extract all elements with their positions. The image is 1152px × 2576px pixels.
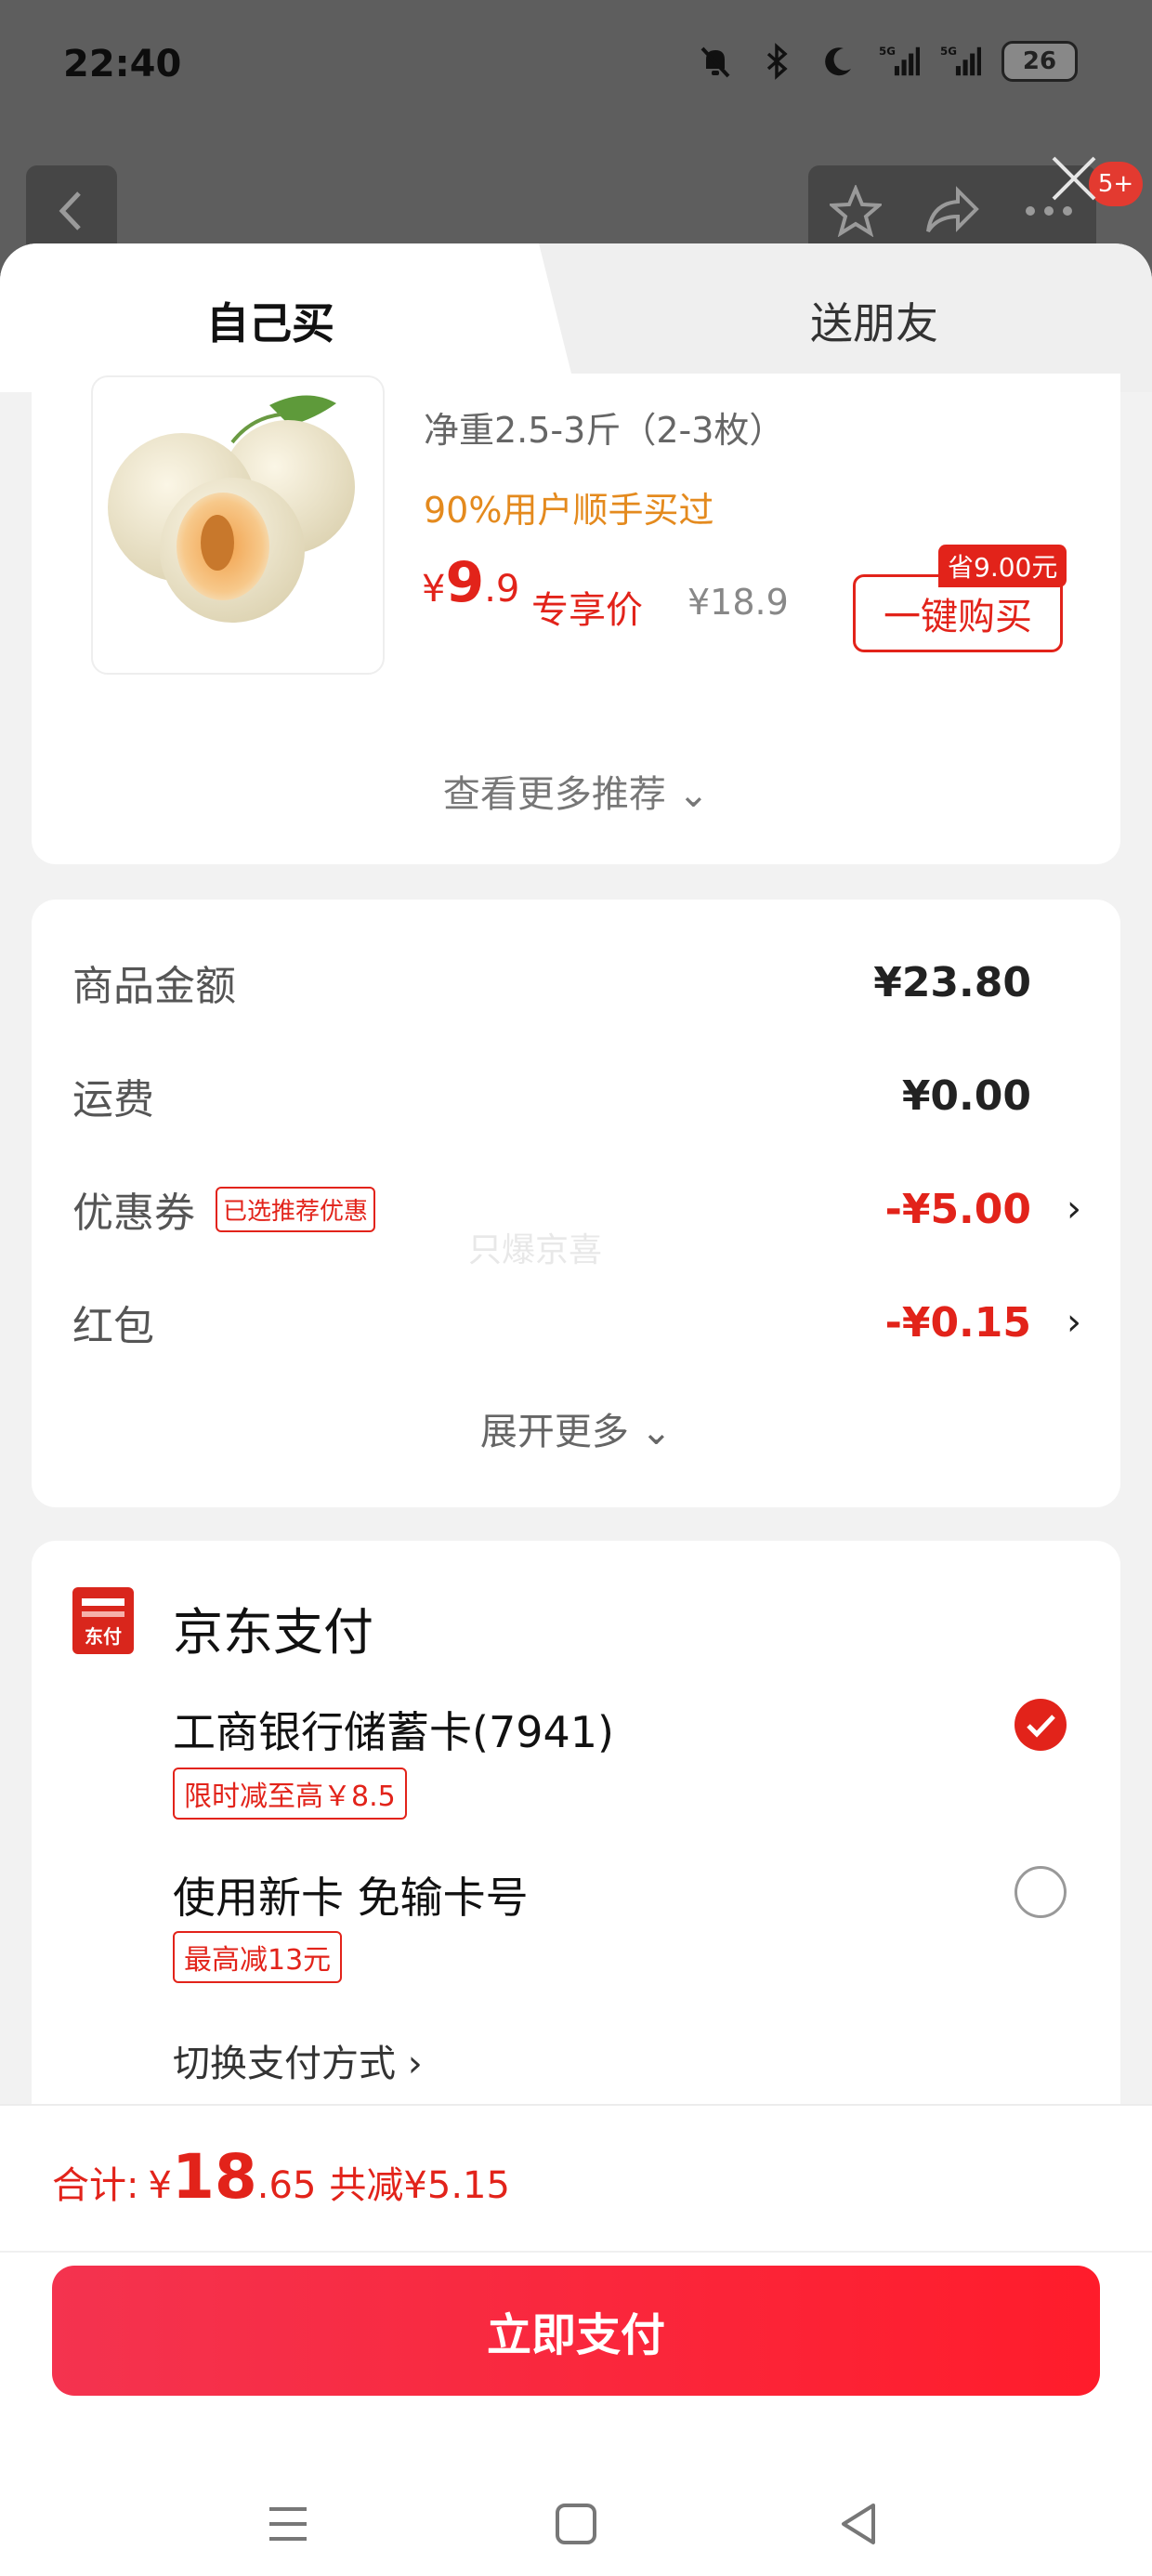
total-discount: 共减¥5.15 — [329, 2164, 510, 2207]
payment-method-icbc[interactable]: 工商银行储蓄卡(7941) — [173, 1699, 614, 1760]
jd-pay-logo-text: 东付 — [85, 1625, 122, 1648]
signal-icon-2: 5G — [940, 41, 981, 82]
bought-hint: 90%用户顺手买过 — [424, 490, 714, 531]
chevron-left-icon — [59, 191, 81, 230]
radio-new-card[interactable] — [1015, 1866, 1067, 1918]
new-card-promo-tag: 最高减13元 — [173, 1931, 343, 1983]
tab-self[interactable]: 自己买 — [206, 290, 334, 351]
footer-divider — [0, 2251, 1152, 2253]
redpacket-value: -¥0.15 — [884, 1298, 1031, 1347]
redpacket-label: 红包 — [72, 1303, 154, 1350]
icbc-promo-tag: 限时减至高￥8.5 — [173, 1768, 407, 1820]
status-bar: 22:40 5G 5G 26 — [0, 0, 1152, 139]
original-price: ¥18.9 — [687, 582, 789, 623]
goods-amount-label: 商品金额 — [72, 963, 236, 1010]
product-spec: 净重2.5-3斤（2-3枚） — [424, 410, 785, 451]
recommend-card: 净重2.5-3斤（2-3枚） 90%用户顺手买过 ¥ 9 .9 专享价 ¥18.… — [32, 374, 1120, 864]
battery-icon: 26 — [1001, 41, 1078, 82]
check-icon — [1027, 1715, 1055, 1738]
more-recommend-link[interactable]: 查看更多推荐 ⌄ — [32, 764, 1120, 818]
coupon-value: -¥5.00 — [884, 1185, 1031, 1233]
jd-pay-logo: 东付 — [72, 1587, 134, 1654]
save-badge: 省9.00元 — [938, 545, 1067, 587]
svg-text:5G: 5G — [879, 45, 896, 58]
coupon-tag: 已选推荐优惠 — [216, 1186, 376, 1232]
system-nav-bar — [0, 2459, 1152, 2570]
moon-icon — [818, 41, 858, 82]
total-label: 合计: — [52, 2164, 139, 2207]
tab-gift[interactable]: 送朋友 — [810, 290, 938, 351]
goods-amount-value: ¥23.80 — [873, 958, 1031, 1006]
goods-amount-row: 商品金额 ¥23.80 — [72, 950, 1031, 1015]
bluetooth-icon — [756, 41, 797, 82]
star-icon[interactable] — [830, 185, 882, 237]
close-icon[interactable] — [1046, 151, 1102, 206]
shipping-row: 运费 ¥0.00 — [72, 1063, 1031, 1128]
mute-icon — [695, 41, 736, 82]
payment-title: 京东支付 — [173, 1603, 373, 1662]
checkout-footer: 合计: ¥ 18 .65 共减¥5.15 立即支付 — [0, 2104, 1152, 2576]
status-time: 22:40 — [63, 43, 182, 85]
back-icon[interactable] — [831, 2496, 886, 2552]
price-integer: 9 — [445, 550, 485, 615]
switch-payment-link[interactable]: 切换支付方式 › — [173, 2033, 423, 2087]
redpacket-chevron-icon[interactable]: › — [1067, 1301, 1081, 1344]
product-price: ¥ 9 .9 — [422, 550, 519, 615]
share-icon[interactable] — [924, 185, 980, 237]
pay-now-button[interactable]: 立即支付 — [52, 2266, 1100, 2396]
price-symbol: ¥ — [422, 568, 446, 611]
coupon-chevron-icon[interactable]: › — [1067, 1188, 1081, 1230]
expand-more-link[interactable]: 展开更多 ⌄ — [32, 1401, 1120, 1455]
radio-icbc-selected[interactable] — [1015, 1699, 1067, 1751]
status-icons: 5G 5G 26 — [695, 41, 1078, 82]
shipping-value: ¥0.00 — [901, 1071, 1031, 1120]
signal-icon-1: 5G — [879, 41, 920, 82]
purchase-tabs: 自己买 送朋友 — [0, 243, 1152, 392]
price-decimal: .9 — [484, 568, 520, 611]
menu-icon[interactable] — [260, 2496, 316, 2552]
payment-method-new-card[interactable]: 使用新卡 免输卡号 — [173, 1864, 529, 1925]
product-image[interactable] — [91, 375, 385, 675]
total-amount: 合计: ¥ 18 .65 共减¥5.15 — [52, 2141, 510, 2213]
svg-text:5G: 5G — [940, 45, 957, 58]
total-integer: 18 — [171, 2141, 257, 2213]
exclusive-price-label: 专享价 — [531, 589, 643, 632]
amount-card: 商品金额 ¥23.80 运费 ¥0.00 优惠券 已选推荐优惠 -¥5.00 ›… — [32, 900, 1120, 1507]
redpacket-row[interactable]: 红包 -¥0.15 — [72, 1290, 1031, 1355]
coupon-label-group: 优惠券 已选推荐优惠 — [72, 1179, 376, 1239]
coupon-label: 优惠券 — [72, 1189, 195, 1237]
shipping-label: 运费 — [72, 1076, 154, 1124]
total-decimal: .65 — [256, 2164, 317, 2207]
watermark: 只爆京喜 — [468, 1231, 603, 1269]
home-icon[interactable] — [548, 2496, 604, 2552]
total-symbol: ¥ — [148, 2164, 172, 2207]
